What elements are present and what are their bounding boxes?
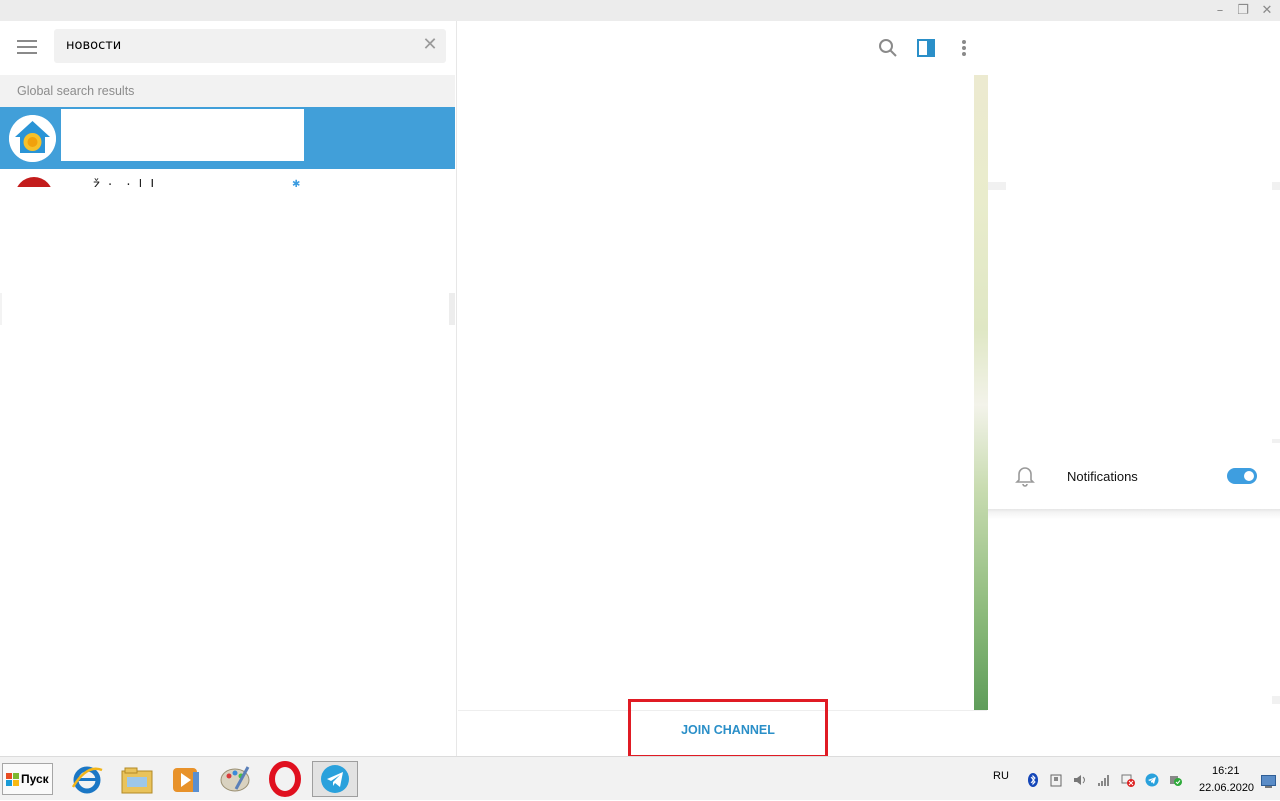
- language-indicator[interactable]: RU: [993, 770, 1009, 782]
- minimize-icon[interactable]: –: [1211, 2, 1229, 19]
- security-ok-icon[interactable]: [1169, 772, 1183, 786]
- windows-flag-icon: [6, 773, 19, 786]
- internet-explorer-icon[interactable]: [64, 761, 110, 797]
- close-icon[interactable]: ✕: [1258, 2, 1276, 19]
- chat-panel: JOIN CHANNEL: [458, 21, 988, 758]
- search-row: новости ✕: [0, 21, 457, 75]
- redacted-name-block: [61, 109, 304, 161]
- global-search-header: Global search results: [0, 75, 455, 107]
- divider: [0, 293, 2, 325]
- media-player-icon[interactable]: [163, 761, 209, 797]
- channel-info-panel: Notifications: [988, 21, 1280, 756]
- clock-time[interactable]: 16:21: [1212, 765, 1240, 777]
- more-options-icon[interactable]: [953, 37, 975, 59]
- notifications-label: Notifications: [1067, 469, 1138, 484]
- section-divider: [988, 509, 1280, 519]
- channel-avatar: [15, 177, 53, 187]
- window-titlebar: – ❐ ✕: [0, 0, 1280, 21]
- verified-badge-icon: ✱: [292, 179, 301, 187]
- volume-icon[interactable]: [1073, 772, 1087, 786]
- show-desktop-icon[interactable]: [1261, 773, 1276, 788]
- search-input-value[interactable]: новости: [66, 38, 121, 53]
- start-label[interactable]: Пуск: [21, 772, 49, 786]
- telegram-icon[interactable]: [312, 761, 358, 797]
- network-signal-icon[interactable]: [1097, 772, 1111, 786]
- side-panel-toggle-icon[interactable]: [915, 37, 937, 59]
- clear-search-icon[interactable]: ✕: [422, 35, 438, 55]
- search-result-item[interactable]: [0, 107, 455, 169]
- hamburger-menu-icon[interactable]: [17, 40, 37, 54]
- divider: [1272, 439, 1280, 443]
- divider: [988, 182, 1006, 190]
- start-button[interactable]: Пуск: [2, 763, 53, 795]
- join-channel-button[interactable]: JOIN CHANNEL: [628, 699, 828, 758]
- paint-icon[interactable]: [212, 761, 258, 797]
- join-bar: JOIN CHANNEL: [458, 699, 987, 758]
- network-disconnected-icon[interactable]: [1121, 772, 1135, 787]
- search-result-item[interactable]: …ž ·. · l L ✱: [0, 169, 455, 187]
- toggle-knob: [1242, 469, 1256, 483]
- search-input[interactable]: новости ✕: [54, 29, 446, 63]
- taskbar: Пуск RU 16:21 22.06.2020: [0, 756, 1280, 800]
- notifications-row[interactable]: Notifications: [988, 453, 1280, 501]
- result-name-partial: …ž ·. · l L: [78, 178, 160, 187]
- chat-header: [458, 21, 987, 75]
- join-channel-label[interactable]: JOIN CHANNEL: [631, 723, 825, 737]
- telegram-tray-icon[interactable]: [1145, 772, 1159, 787]
- clock-date[interactable]: 22.06.2020: [1199, 782, 1254, 794]
- restore-icon[interactable]: ❐: [1234, 2, 1252, 19]
- bluetooth-icon[interactable]: [1026, 772, 1040, 787]
- channel-avatar: [9, 115, 56, 162]
- notifications-toggle[interactable]: [1227, 468, 1257, 484]
- file-explorer-icon[interactable]: [114, 761, 160, 797]
- divider: [1272, 182, 1280, 190]
- divider: [1272, 696, 1280, 704]
- opera-icon[interactable]: [262, 761, 308, 797]
- search-icon[interactable]: [877, 37, 899, 59]
- chat-background: [974, 75, 988, 710]
- device-icon[interactable]: [1049, 772, 1063, 787]
- scrollbar-thumb[interactable]: [449, 293, 455, 325]
- bell-icon: [1015, 465, 1035, 487]
- chat-list-panel: новости ✕ Global search results …ž ·. · …: [0, 21, 457, 756]
